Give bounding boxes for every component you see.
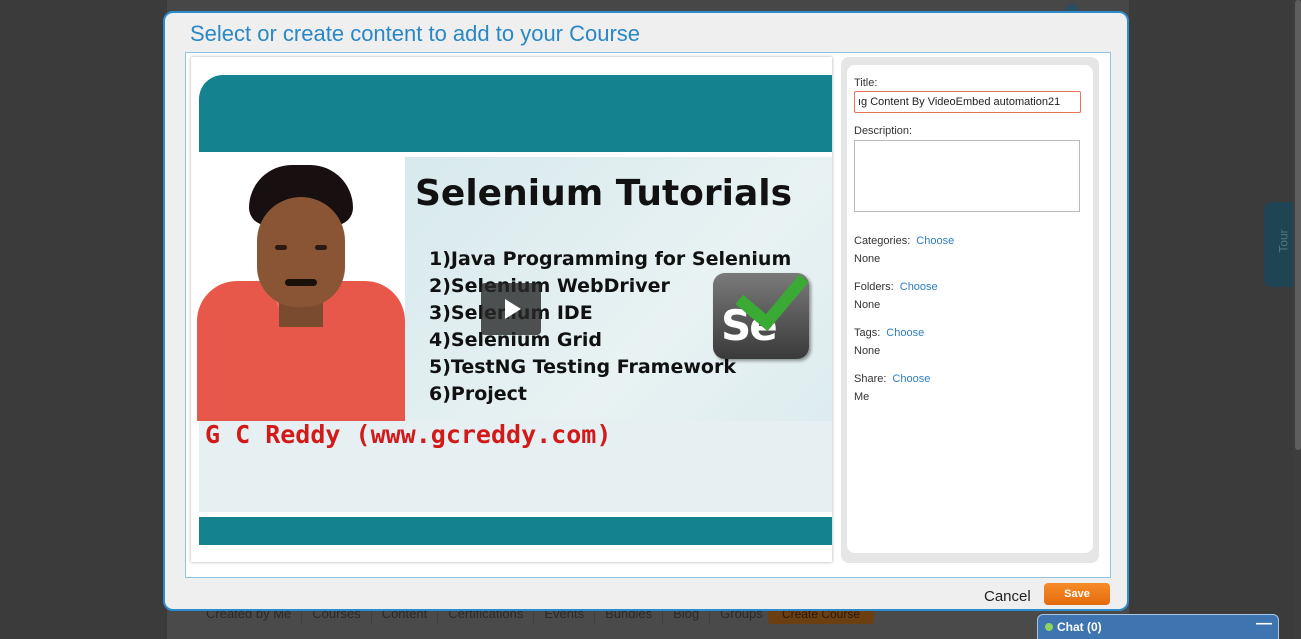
share-value: Me bbox=[854, 391, 870, 403]
tags-label: Tags: bbox=[854, 327, 881, 339]
slide-topic: 6)Project bbox=[429, 383, 527, 405]
categories-value: None bbox=[854, 253, 881, 265]
slide-bottom-band bbox=[199, 517, 832, 545]
folders-value: None bbox=[854, 299, 881, 311]
presenter-eye-right bbox=[315, 245, 327, 250]
folders-label: Folders: bbox=[854, 281, 894, 293]
description-textarea[interactable] bbox=[854, 140, 1080, 212]
tags-choose-link[interactable]: Choose bbox=[886, 327, 924, 339]
play-icon[interactable] bbox=[481, 283, 541, 335]
tour-label: Tour bbox=[1276, 229, 1291, 253]
chat-widget[interactable]: Chat (0) — bbox=[1037, 614, 1279, 639]
categories-label: Categories: bbox=[854, 235, 911, 247]
dialog-title: Select or create content to add to your … bbox=[190, 21, 641, 46]
presenter-mustache bbox=[285, 279, 317, 286]
share-row: Share: Choose bbox=[854, 373, 930, 385]
slide-title: Selenium Tutorials bbox=[415, 173, 793, 214]
slide-topic: 1)Java Programming for Selenium bbox=[429, 248, 792, 270]
online-status-icon bbox=[1045, 623, 1053, 631]
details-form: Title: Description: Categories: Choose No… bbox=[847, 65, 1093, 553]
save-button[interactable]: Save bbox=[1044, 583, 1110, 605]
presenter-face bbox=[257, 197, 345, 307]
presenter-photo bbox=[197, 157, 405, 421]
slide-top-band bbox=[199, 75, 832, 152]
presenter-eye-left bbox=[275, 245, 287, 250]
tags-value: None bbox=[854, 345, 881, 357]
description-label: Description: bbox=[854, 125, 913, 137]
categories-choose-link[interactable]: Choose bbox=[916, 235, 954, 247]
page-scrollbar-thumb[interactable] bbox=[1295, 0, 1301, 450]
cancel-button[interactable]: Cancel bbox=[984, 588, 1031, 605]
tags-row: Tags: Choose bbox=[854, 327, 924, 339]
title-input[interactable] bbox=[854, 91, 1081, 113]
minimize-icon[interactable]: — bbox=[1256, 615, 1272, 633]
slide-footer: G C Reddy (www.gcreddy.com) bbox=[205, 420, 612, 449]
folders-row: Folders: Choose bbox=[854, 281, 938, 293]
video-player[interactable]: Selenium Tutorials 1)Java Programming fo… bbox=[191, 57, 832, 562]
share-label: Share: bbox=[854, 373, 887, 385]
content-frame: Selenium Tutorials 1)Java Programming fo… bbox=[185, 52, 1111, 578]
title-label: Title: bbox=[854, 77, 878, 89]
add-content-dialog: Select or create content to add to your … bbox=[163, 11, 1129, 611]
folders-choose-link[interactable]: Choose bbox=[900, 281, 938, 293]
details-panel: Title: Description: Categories: Choose No… bbox=[841, 57, 1099, 563]
chat-label: Chat (0) bbox=[1057, 620, 1102, 634]
share-choose-link[interactable]: Choose bbox=[892, 373, 930, 385]
categories-row: Categories: Choose bbox=[854, 235, 954, 247]
